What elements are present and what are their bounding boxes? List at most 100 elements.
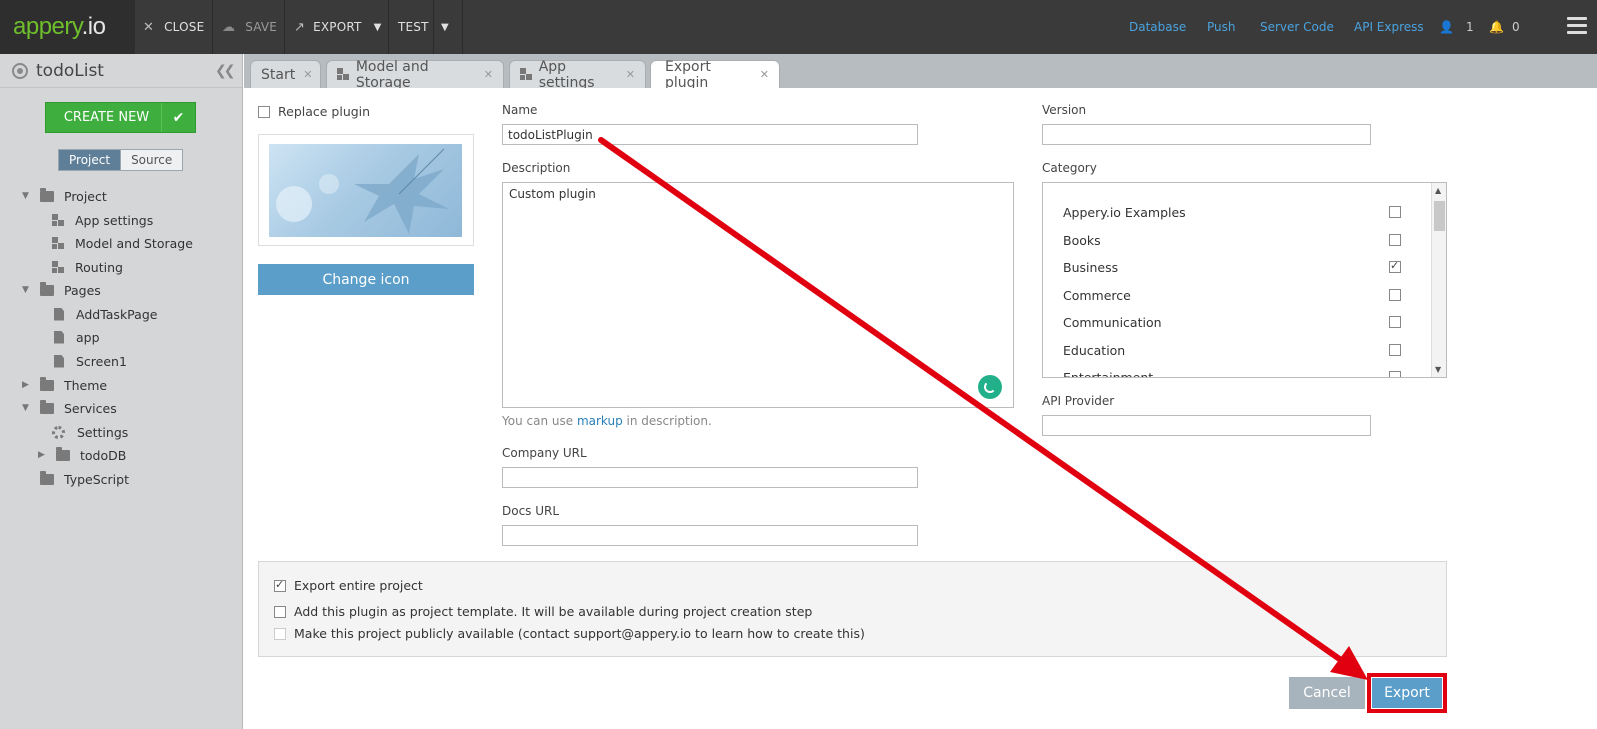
category-label: Category xyxy=(1042,161,1097,175)
expand-toggle-icon[interactable]: ▼ xyxy=(22,403,34,413)
replace-plugin-option[interactable]: Replace plugin xyxy=(258,104,370,119)
tree-item-model-storage[interactable]: Model and Storage xyxy=(52,233,193,253)
change-icon-button[interactable]: Change icon xyxy=(258,264,474,295)
test-label: TEST xyxy=(398,20,429,34)
public-project-label: Make this project publicly available (co… xyxy=(294,626,865,641)
category-item[interactable]: Entertainment xyxy=(1063,367,1403,377)
company-url-input[interactable] xyxy=(502,467,918,488)
category-item[interactable]: Books xyxy=(1063,230,1403,250)
folder-icon xyxy=(40,187,54,202)
docs-url-input[interactable] xyxy=(502,525,918,546)
category-checkbox[interactable] xyxy=(1389,316,1401,328)
category-checkbox[interactable] xyxy=(1389,234,1401,246)
push-link[interactable]: Push xyxy=(1207,0,1236,54)
tab-start[interactable]: Start ✕ xyxy=(250,60,321,88)
tree-item-project[interactable]: ▼ Project xyxy=(22,186,107,206)
scroll-up-icon[interactable]: ▲ xyxy=(1435,186,1441,195)
chevron-down-icon[interactable]: ✔ xyxy=(161,103,195,132)
description-textarea[interactable]: Custom plugin xyxy=(502,182,1014,408)
export-plugin-form: Replace plugin Change icon Name todoList… xyxy=(244,88,1597,729)
appery-logo[interactable]: appery.io xyxy=(0,0,135,54)
create-new-label: CREATE NEW xyxy=(63,110,150,125)
category-item[interactable]: Business xyxy=(1063,257,1403,277)
project-template-checkbox[interactable] xyxy=(274,605,286,618)
export-entire-checkbox[interactable] xyxy=(274,578,286,592)
save-button[interactable]: ☁ SAVE xyxy=(222,0,277,54)
hamburger-menu-icon[interactable] xyxy=(1567,17,1587,35)
category-checkbox[interactable] xyxy=(1389,259,1401,273)
expand-toggle-icon[interactable]: ▼ xyxy=(22,191,34,201)
name-input[interactable]: todoListPlugin xyxy=(502,124,918,145)
tree-item-services[interactable]: ▼ Services xyxy=(22,398,117,418)
category-checkbox[interactable] xyxy=(1389,289,1401,301)
category-checkbox[interactable] xyxy=(1389,206,1401,218)
server-code-link[interactable]: Server Code xyxy=(1260,0,1334,54)
editor-tab-bar: Start ✕ Model and Storage ✕ App settings ✕ … xyxy=(244,54,1597,91)
category-item[interactable]: Education xyxy=(1063,340,1403,360)
tree-label: app xyxy=(76,329,100,345)
test-button[interactable]: TEST xyxy=(398,0,429,54)
api-express-link[interactable]: API Express xyxy=(1354,0,1424,54)
version-input[interactable] xyxy=(1042,124,1371,145)
api-provider-input[interactable] xyxy=(1042,415,1371,436)
close-icon[interactable]: ✕ xyxy=(484,68,493,81)
project-sidebar: todoList ❮❮ CREATE NEW ✔ Project Source … xyxy=(0,54,243,729)
tree-item-settings[interactable]: Settings xyxy=(52,422,128,442)
tree-item-add-task-page[interactable]: AddTaskPage xyxy=(54,304,157,324)
close-icon[interactable]: ✕ xyxy=(760,68,769,81)
tree-item-app-settings[interactable]: App settings xyxy=(52,210,153,230)
tree-item-routing[interactable]: Routing xyxy=(52,257,123,277)
expand-toggle-icon[interactable]: ▶ xyxy=(22,380,34,390)
folder-icon xyxy=(40,399,54,414)
module-icon xyxy=(52,213,65,227)
collapse-sidebar-icon[interactable]: ❮❮ xyxy=(215,63,236,79)
test-dropdown-toggle[interactable]: ▼ xyxy=(441,0,449,54)
tab-export-plugin[interactable]: Export plugin ✕ xyxy=(650,59,780,91)
tab-label: App settings xyxy=(538,58,595,91)
markup-link[interactable]: markup xyxy=(577,414,623,428)
category-item[interactable]: Communication xyxy=(1063,312,1403,332)
close-icon[interactable]: ✕ xyxy=(626,68,635,81)
project-view-tab[interactable]: Project xyxy=(58,149,122,171)
tree-item-screen1[interactable]: Screen1 xyxy=(54,351,127,371)
category-item[interactable]: Appery.io Examples xyxy=(1063,202,1403,222)
tab-model-storage[interactable]: Model and Storage ✕ xyxy=(326,59,504,91)
notifications-menu[interactable]: 🔔 0 xyxy=(1489,0,1520,54)
category-name: Education xyxy=(1063,342,1126,358)
close-icon[interactable]: ✕ xyxy=(303,68,312,81)
close-button[interactable]: ✕ CLOSE xyxy=(143,0,204,54)
scroll-down-icon[interactable]: ▼ xyxy=(1435,365,1441,374)
project-template-option[interactable]: Add this plugin as project template. It … xyxy=(274,604,812,619)
view-switch: Project Source xyxy=(58,149,184,171)
tree-item-typescript[interactable]: TypeScript xyxy=(40,469,129,489)
export-menu-button[interactable]: ↗ EXPORT ▼ xyxy=(294,0,381,54)
tree-item-app[interactable]: app xyxy=(54,327,100,347)
database-link[interactable]: Database xyxy=(1129,0,1186,54)
tree-item-pages[interactable]: ▼ Pages xyxy=(22,280,101,300)
tab-label: Start xyxy=(261,66,296,83)
export-entire-label: Export entire project xyxy=(294,578,423,593)
tree-item-tododb[interactable]: ▶ todoDB xyxy=(38,445,126,465)
expand-toggle-icon[interactable]: ▼ xyxy=(22,285,34,295)
tab-app-settings[interactable]: App settings ✕ xyxy=(509,58,646,91)
category-name: Communication xyxy=(1063,314,1162,330)
export-button[interactable]: Export xyxy=(1367,673,1447,713)
grammar-assistant-icon[interactable] xyxy=(978,375,1002,399)
category-name: Business xyxy=(1063,259,1119,275)
export-entire-option[interactable]: Export entire project xyxy=(274,578,423,593)
replace-plugin-checkbox[interactable] xyxy=(258,105,270,118)
tree-item-theme[interactable]: ▶ Theme xyxy=(22,375,107,395)
cancel-button[interactable]: Cancel xyxy=(1289,677,1365,709)
source-view-tab[interactable]: Source xyxy=(121,149,184,171)
category-scrollbar[interactable]: ▲ ▼ xyxy=(1431,183,1446,377)
create-new-button[interactable]: CREATE NEW ✔ xyxy=(45,102,196,133)
scroll-thumb[interactable] xyxy=(1434,201,1445,231)
tree-label: Project xyxy=(64,188,107,204)
category-list[interactable]: Appery.io Examples Books Business Commer… xyxy=(1042,182,1447,378)
user-menu[interactable]: 👤 1 xyxy=(1439,0,1474,54)
close-icon: ✕ xyxy=(143,19,155,35)
category-item[interactable]: Commerce xyxy=(1063,285,1403,305)
category-checkbox[interactable] xyxy=(1389,344,1401,356)
expand-toggle-icon[interactable]: ▶ xyxy=(38,450,50,460)
category-checkbox[interactable] xyxy=(1389,371,1401,377)
